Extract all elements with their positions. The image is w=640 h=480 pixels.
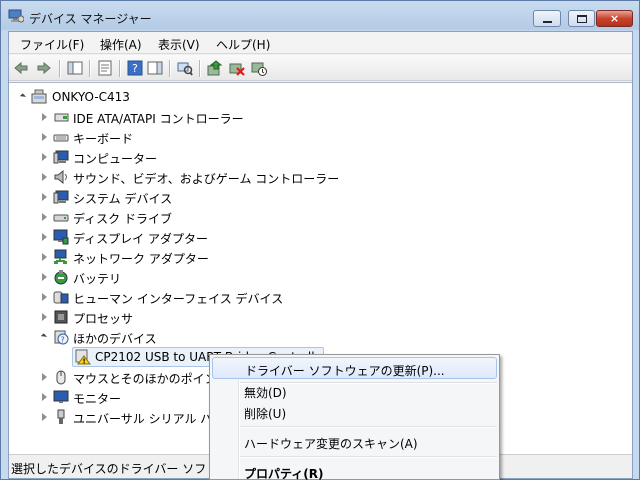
- ctx-label: 削除(U): [244, 407, 287, 421]
- speaker-icon: [54, 169, 67, 185]
- show-hide-tree-icon[interactable]: [67, 60, 83, 76]
- disable-device-icon[interactable]: [251, 60, 267, 76]
- tree-label: キーボード: [73, 132, 134, 146]
- close-button[interactable]: ×: [596, 10, 633, 27]
- ctx-scan-hardware[interactable]: ハードウェア変更のスキャン(A): [212, 431, 497, 453]
- ctx-label: ドライバー ソフトウェアの更新(P)...: [245, 364, 445, 378]
- status-text: 選択したデバイスのドライバー ソフ: [11, 462, 207, 476]
- ctx-disable[interactable]: 無効(D): [212, 380, 497, 402]
- minimize-button[interactable]: [533, 10, 561, 27]
- toolbar: ?: [9, 55, 632, 81]
- computer-icon: [53, 150, 69, 164]
- tree-item-other-devices[interactable]: ? ほかのデバイス: [9, 327, 409, 347]
- maximize-icon: [576, 14, 587, 23]
- scan-hardware-icon[interactable]: [177, 60, 193, 76]
- uninstall-icon[interactable]: [229, 60, 245, 76]
- display-adapter-icon: [53, 229, 69, 245]
- tree-root[interactable]: ONKYO-C413: [9, 87, 309, 107]
- tree-item-processor[interactable]: プロセッサ: [9, 307, 409, 327]
- tree-label: ヒューマン インターフェイス デバイス: [73, 292, 284, 306]
- maximize-button[interactable]: [568, 10, 595, 27]
- tree-label: サウンド、ビデオ、およびゲーム コントローラー: [73, 172, 340, 186]
- tree-label: ディスク ドライブ: [73, 212, 172, 226]
- tree-item-hid[interactable]: ヒューマン インターフェイス デバイス: [9, 287, 409, 307]
- battery-icon: [54, 270, 68, 285]
- ctx-uninstall[interactable]: 削除(U): [212, 401, 497, 423]
- menu-view[interactable]: 表示(V): [155, 35, 203, 54]
- context-menu: ドライバー ソフトウェアの更新(P)... 無効(D) 削除(U) ハードウェア…: [209, 354, 500, 480]
- tree-item-sound[interactable]: サウンド、ビデオ、およびゲーム コントローラー: [9, 167, 409, 187]
- tree-label: ユニバーサル シリアル バ: [73, 412, 213, 426]
- tree-item-display[interactable]: ディスプレイ アダプター: [9, 227, 409, 247]
- ide-controller-icon: [54, 113, 69, 122]
- tree-item-disk[interactable]: ディスク ドライブ: [9, 207, 409, 227]
- title-bar[interactable]: デバイス マネージャー ×: [1, 1, 639, 31]
- tree-item-system[interactable]: システム デバイス: [9, 187, 409, 207]
- ctx-label: プロパティ(R): [244, 467, 324, 480]
- disk-drive-icon: [53, 214, 69, 222]
- unknown-device-icon: ?: [54, 330, 69, 345]
- keyboard-icon: [53, 134, 69, 142]
- back-arrow-icon[interactable]: [13, 60, 29, 76]
- tree-item-battery[interactable]: バッテリ: [9, 267, 409, 287]
- close-icon: ×: [609, 12, 620, 25]
- menu-file[interactable]: ファイル(F): [17, 35, 87, 54]
- ctx-update-driver[interactable]: ドライバー ソフトウェアの更新(P)...: [212, 357, 497, 379]
- computer-name: ONKYO-C413: [52, 90, 130, 104]
- computer-icon: [31, 89, 47, 104]
- properties-icon[interactable]: [97, 60, 113, 76]
- menu-help[interactable]: ヘルプ(H): [213, 35, 273, 54]
- tree-label: モニター: [73, 392, 122, 406]
- action-pane-icon[interactable]: [147, 60, 163, 76]
- tree-label: コンピューター: [73, 152, 158, 166]
- device-manager-icon: [8, 9, 24, 23]
- processor-icon: [54, 310, 68, 324]
- tree-item-ide[interactable]: IDE ATA/ATAPI コントローラー: [9, 107, 409, 127]
- help-icon[interactable]: ?: [127, 60, 143, 76]
- tree-label: バッテリ: [73, 272, 122, 286]
- tree-item-keyboard[interactable]: キーボード: [9, 127, 409, 147]
- tree-item-network[interactable]: ネットワーク アダプター: [9, 247, 409, 267]
- menu-action[interactable]: 操作(A): [97, 35, 145, 54]
- svg-text:?: ?: [61, 336, 65, 345]
- usb-icon: [57, 409, 65, 424]
- hid-icon: [53, 291, 69, 304]
- collapse-arrow-icon[interactable]: [19, 93, 27, 100]
- window-title: デバイス マネージャー: [29, 12, 152, 26]
- system-device-icon: [53, 190, 69, 204]
- tree-label: マウスとそのほかのポイン: [73, 372, 217, 386]
- svg-text:?: ?: [132, 62, 138, 75]
- mouse-icon: [56, 370, 66, 385]
- monitor-icon: [53, 390, 69, 403]
- network-adapter-icon: [54, 249, 67, 264]
- collapse-arrow-icon[interactable]: [40, 333, 48, 340]
- ctx-properties[interactable]: プロパティ(R): [212, 461, 497, 480]
- update-driver-icon[interactable]: [207, 60, 223, 76]
- tree-label: プロセッサ: [73, 312, 134, 326]
- tree-label: システム デバイス: [73, 192, 173, 206]
- tree-label: ディスプレイ アダプター: [73, 232, 208, 246]
- tree-label: ほかのデバイス: [73, 332, 157, 346]
- tree-label: IDE ATA/ATAPI コントローラー: [73, 112, 244, 126]
- minimize-icon: [542, 21, 552, 23]
- ctx-label: ハードウェア変更のスキャン(A): [244, 437, 418, 451]
- warning-icon: [75, 349, 91, 365]
- forward-arrow-icon[interactable]: [36, 60, 52, 76]
- tree-label: ネットワーク アダプター: [73, 252, 209, 266]
- tree-item-computer[interactable]: コンピューター: [9, 147, 409, 167]
- ctx-label: 無効(D): [244, 386, 287, 400]
- menu-bar: ファイル(F) 操作(A) 表示(V) ヘルプ(H): [9, 32, 632, 54]
